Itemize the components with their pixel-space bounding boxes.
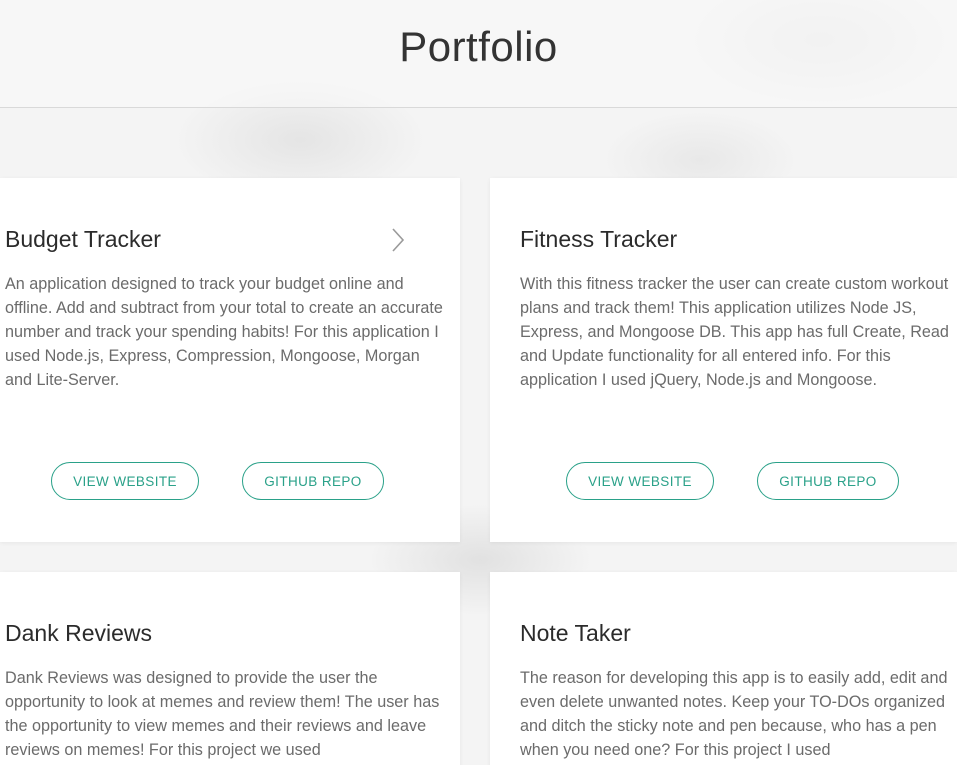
project-card-fitness-tracker: Fitness Tracker With this fitness tracke…	[490, 178, 957, 542]
project-title: Note Taker	[520, 620, 631, 646]
chevron-right-icon[interactable]	[388, 227, 408, 253]
project-description: The reason for developing this app is to…	[520, 669, 948, 759]
project-description: With this fitness tracker the user can c…	[520, 275, 949, 389]
view-website-button[interactable]: VIEW WEBSITE	[566, 462, 714, 500]
page-header: Portfolio	[0, 0, 957, 108]
github-repo-button[interactable]: GITHUB REPO	[242, 462, 384, 500]
project-title: Dank Reviews	[5, 620, 152, 646]
portfolio-page: Portfolio Budget Tracker An application …	[0, 0, 957, 765]
page-title: Portfolio	[399, 22, 558, 70]
project-card-budget-tracker: Budget Tracker An application designed t…	[0, 178, 460, 542]
project-card-dank-reviews: Dank Reviews Dank Reviews was designed t…	[0, 572, 460, 765]
project-card-note-taker: Note Taker The reason for developing thi…	[490, 572, 957, 765]
project-title: Fitness Tracker	[520, 226, 678, 252]
view-website-button[interactable]: VIEW WEBSITE	[51, 462, 199, 500]
project-description: Dank Reviews was designed to provide the…	[5, 669, 440, 759]
github-repo-button[interactable]: GITHUB REPO	[757, 462, 899, 500]
project-title: Budget Tracker	[5, 226, 161, 252]
project-description: An application designed to track your bu…	[5, 275, 443, 389]
